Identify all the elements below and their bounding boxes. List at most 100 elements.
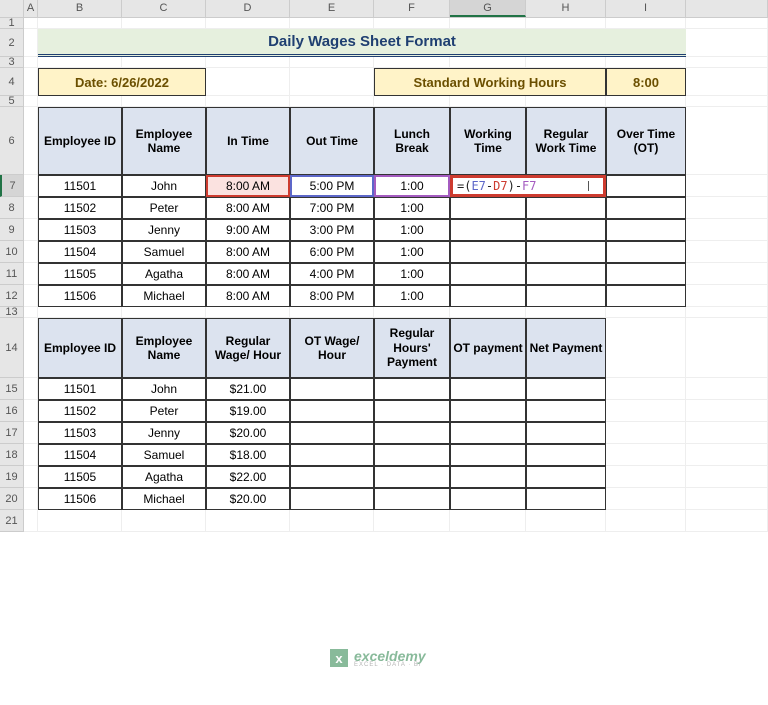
table-row[interactable]: John xyxy=(122,378,206,400)
table-row[interactable]: 11504 xyxy=(38,444,122,466)
table-row[interactable] xyxy=(606,197,686,219)
table-row[interactable]: 8:00 PM xyxy=(290,285,374,307)
t2-hdr-empname[interactable]: Employee Name xyxy=(122,318,206,378)
t2-hdr-empid[interactable]: Employee ID xyxy=(38,318,122,378)
table-row[interactable]: 1:00 xyxy=(374,197,450,219)
table-row[interactable]: 11503 xyxy=(38,422,122,444)
table-row[interactable]: 7:00 PM xyxy=(290,197,374,219)
table-row[interactable]: 8:00 AM xyxy=(206,241,290,263)
table-row[interactable]: 8:00 AM xyxy=(206,197,290,219)
table-row[interactable]: 3:00 PM xyxy=(290,219,374,241)
t1-hdr-outtime[interactable]: Out Time xyxy=(290,107,374,175)
table-row[interactable]: $21.00 xyxy=(206,378,290,400)
row-header-1[interactable]: 1 xyxy=(0,18,24,29)
table-row[interactable] xyxy=(606,241,686,263)
table-row[interactable] xyxy=(374,422,450,444)
table-row[interactable] xyxy=(450,219,526,241)
table-row[interactable] xyxy=(526,378,606,400)
table-row[interactable] xyxy=(374,400,450,422)
t1-hdr-intime[interactable]: In Time xyxy=(206,107,290,175)
table-row[interactable] xyxy=(526,444,606,466)
table-row[interactable]: 1:00 xyxy=(374,263,450,285)
table-row[interactable] xyxy=(526,422,606,444)
table-row[interactable] xyxy=(450,444,526,466)
col-header-c[interactable]: C xyxy=(122,0,206,17)
table-row[interactable]: Jenny xyxy=(122,422,206,444)
col-header-i[interactable]: I xyxy=(606,0,686,17)
table-row[interactable] xyxy=(526,285,606,307)
table-row[interactable] xyxy=(450,285,526,307)
cell-e7[interactable]: 5:00 PM xyxy=(290,175,374,197)
table-row[interactable] xyxy=(374,466,450,488)
table-row[interactable]: 1:00 xyxy=(374,285,450,307)
table-row[interactable]: Agatha xyxy=(122,466,206,488)
row-header-21[interactable]: 21 xyxy=(0,510,24,532)
col-header-d[interactable]: D xyxy=(206,0,290,17)
cell-f7[interactable]: 1:00 xyxy=(374,175,450,197)
table-row[interactable] xyxy=(606,175,686,197)
table-row[interactable] xyxy=(374,444,450,466)
table-row[interactable] xyxy=(450,466,526,488)
table-row[interactable]: 8:00 AM xyxy=(206,263,290,285)
table-row[interactable]: 11503 xyxy=(38,219,122,241)
row-header-8[interactable]: 8 xyxy=(0,197,24,219)
table-row[interactable] xyxy=(606,219,686,241)
table-row[interactable]: 11502 xyxy=(38,400,122,422)
table-row[interactable] xyxy=(450,197,526,219)
table-row[interactable] xyxy=(450,488,526,510)
col-header-e[interactable]: E xyxy=(290,0,374,17)
table-row[interactable]: Peter xyxy=(122,197,206,219)
row-header-19[interactable]: 19 xyxy=(0,466,24,488)
row-header-16[interactable]: 16 xyxy=(0,400,24,422)
standard-hours-value[interactable]: 8:00 xyxy=(606,68,686,96)
table-row[interactable] xyxy=(450,378,526,400)
table-row[interactable]: Jenny xyxy=(122,219,206,241)
row-header-18[interactable]: 18 xyxy=(0,444,24,466)
date-box[interactable]: Date: 6/26/2022 xyxy=(38,68,206,96)
t1-hdr-empid[interactable]: Employee ID xyxy=(38,107,122,175)
table-row[interactable]: Michael xyxy=(122,488,206,510)
table-row[interactable]: 8:00 AM xyxy=(206,285,290,307)
row-header-11[interactable]: 11 xyxy=(0,263,24,285)
table-row[interactable]: 11505 xyxy=(38,263,122,285)
table-row[interactable] xyxy=(526,488,606,510)
t2-hdr-regpay[interactable]: Regular Hours' Payment xyxy=(374,318,450,378)
table-row[interactable]: $18.00 xyxy=(206,444,290,466)
row-header-3[interactable]: 3 xyxy=(0,57,24,68)
col-header-a[interactable]: A xyxy=(24,0,38,17)
table-row[interactable]: 1:00 xyxy=(374,241,450,263)
table-row[interactable]: 11506 xyxy=(38,488,122,510)
table-row[interactable] xyxy=(290,422,374,444)
table-row[interactable] xyxy=(290,378,374,400)
cell-g7-formula[interactable]: =(E7-D7)-F7 xyxy=(450,175,606,197)
selectall-corner[interactable] xyxy=(0,0,24,17)
table-row[interactable]: 11505 xyxy=(38,466,122,488)
table-row[interactable] xyxy=(526,466,606,488)
row-header-9[interactable]: 9 xyxy=(0,219,24,241)
table-row[interactable] xyxy=(450,400,526,422)
table-row[interactable]: 11501 xyxy=(38,378,122,400)
col-header-g[interactable]: G xyxy=(450,0,526,17)
t1-hdr-lunch[interactable]: Lunch Break xyxy=(374,107,450,175)
t1-hdr-regular[interactable]: Regular Work Time xyxy=(526,107,606,175)
row-header-5[interactable]: 5 xyxy=(0,96,24,107)
col-header-b[interactable]: B xyxy=(38,0,122,17)
table-row[interactable]: $20.00 xyxy=(206,488,290,510)
table-row[interactable] xyxy=(450,263,526,285)
t1-hdr-empname[interactable]: Employee Name xyxy=(122,107,206,175)
table-row[interactable] xyxy=(526,241,606,263)
row-header-6[interactable]: 6 xyxy=(0,107,24,175)
table-row[interactable]: 6:00 PM xyxy=(290,241,374,263)
table-row[interactable] xyxy=(290,400,374,422)
t1-hdr-ot[interactable]: Over Time (OT) xyxy=(606,107,686,175)
table-row[interactable] xyxy=(374,488,450,510)
table-row[interactable] xyxy=(606,285,686,307)
table-row[interactable] xyxy=(526,400,606,422)
row-header-17[interactable]: 17 xyxy=(0,422,24,444)
t2-hdr-regwage[interactable]: Regular Wage/ Hour xyxy=(206,318,290,378)
table-row[interactable]: Samuel xyxy=(122,241,206,263)
row-header-20[interactable]: 20 xyxy=(0,488,24,510)
table-row[interactable]: $22.00 xyxy=(206,466,290,488)
row-header-10[interactable]: 10 xyxy=(0,241,24,263)
table-row[interactable]: 1:00 xyxy=(374,219,450,241)
